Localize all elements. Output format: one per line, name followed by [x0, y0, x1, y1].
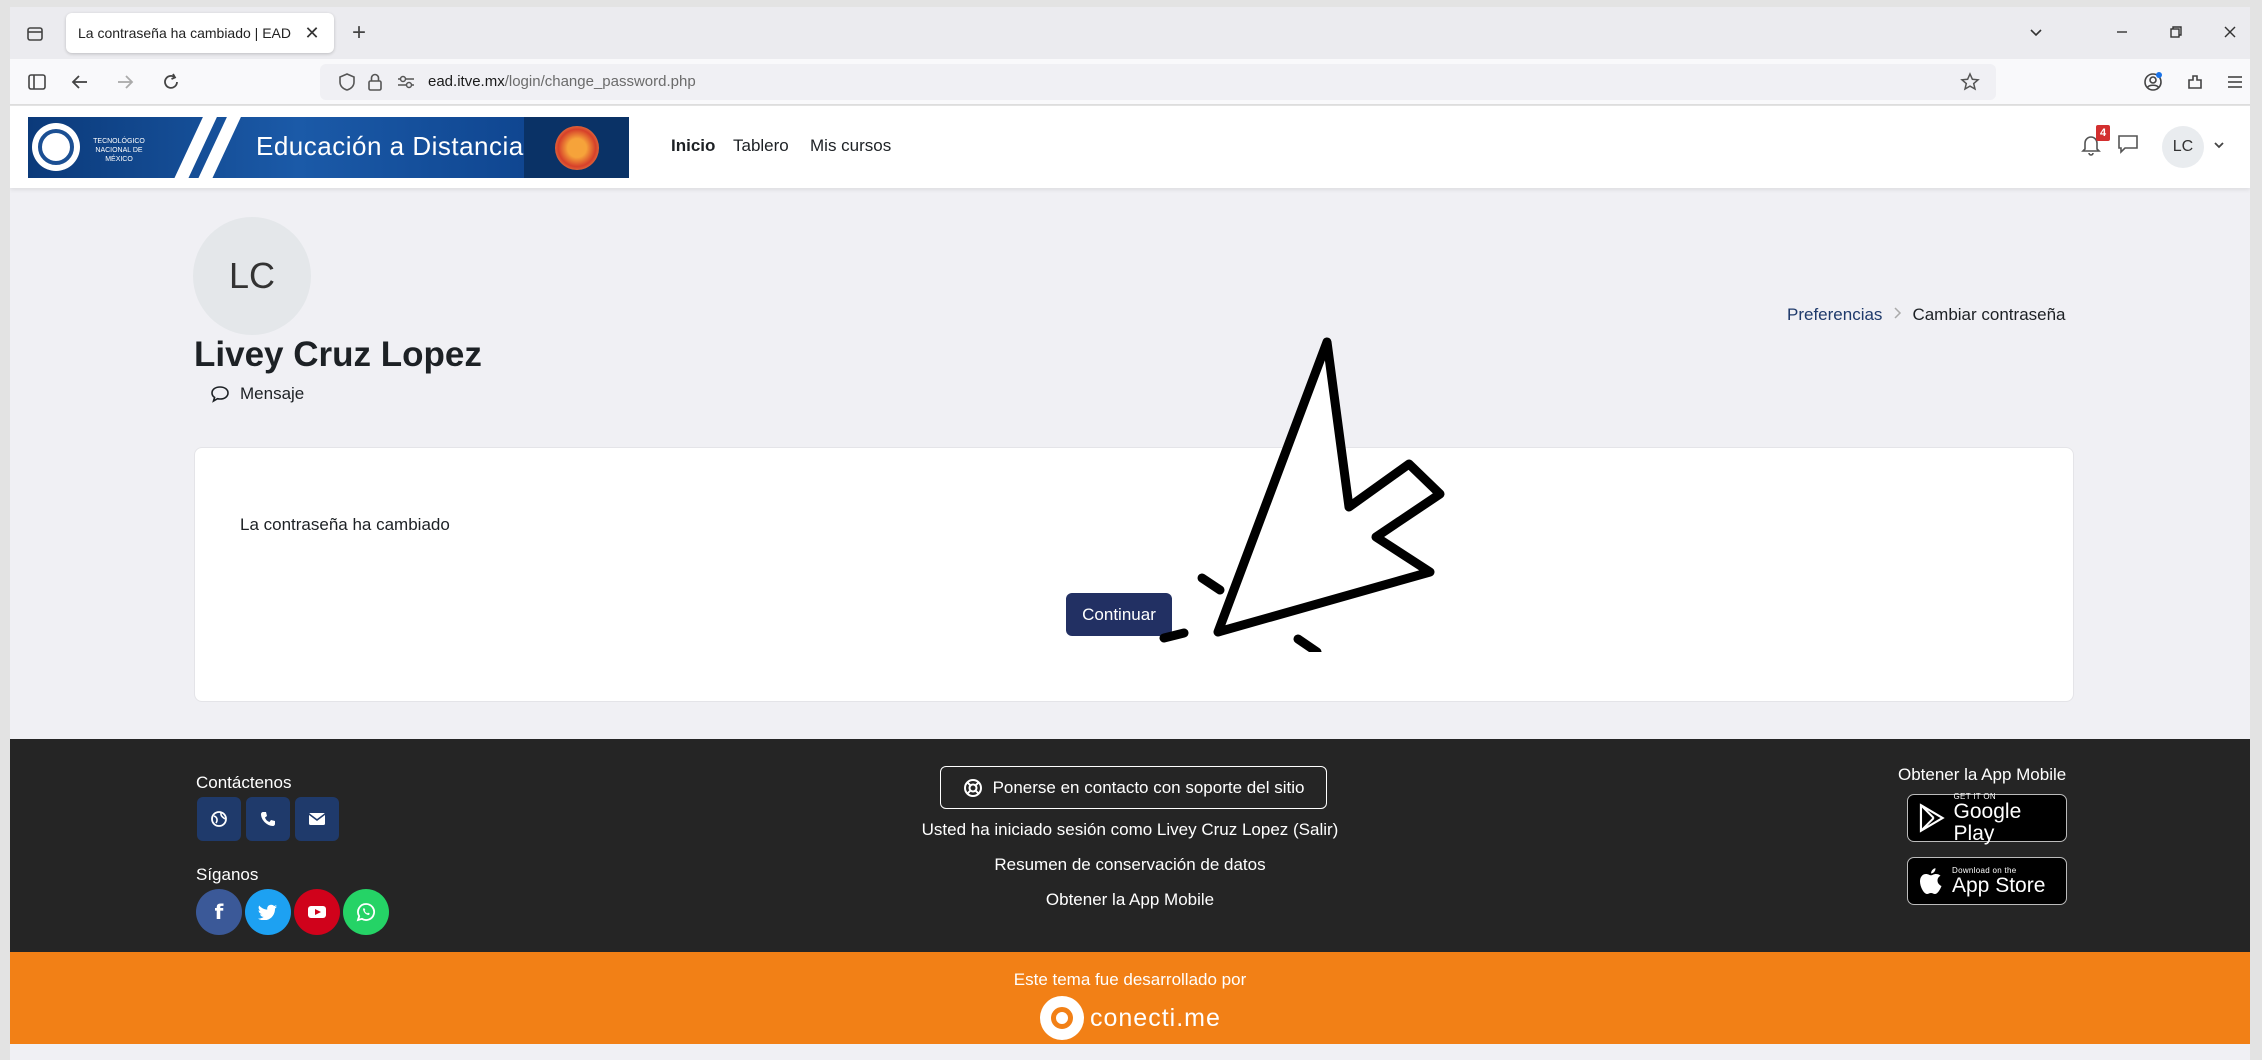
breadcrumb-separator-icon — [1892, 305, 1902, 325]
nav-inicio[interactable]: Inicio — [671, 136, 715, 156]
logged-in-text[interactable]: Usted ha iniciado sesión como Livey Cruz… — [630, 820, 1630, 840]
app-store-big-text: App Store — [1952, 873, 2046, 897]
notification-count-badge: 4 — [2096, 125, 2110, 141]
lock-icon[interactable] — [366, 72, 384, 97]
menu-icon[interactable] — [2220, 68, 2250, 96]
account-icon[interactable] — [2138, 68, 2168, 96]
forward-icon[interactable] — [110, 68, 140, 96]
password-changed-message: La contraseña ha cambiado — [240, 515, 450, 534]
website-globe-icon[interactable] — [197, 797, 241, 841]
logo-small-text: TECNOLÓGICO NACIONAL DE MÉXICO — [93, 138, 145, 163]
apple-icon — [1920, 868, 1942, 894]
conectime-logo[interactable]: conecti.me — [1040, 996, 1221, 1040]
google-play-big-text: Google Play — [1953, 799, 2022, 845]
messages-icon[interactable] — [2117, 134, 2139, 159]
app-store-badge[interactable]: Download on the App Store — [1907, 857, 2067, 905]
nav-mis-cursos[interactable]: Mis cursos — [810, 136, 891, 156]
lifebuoy-icon — [963, 778, 982, 797]
notice-card: La contraseña ha cambiado Continuar — [194, 447, 2074, 702]
extensions-icon[interactable] — [2180, 68, 2210, 96]
theme-credit-text: Este tema fue desarrollado por — [1013, 970, 1247, 989]
google-play-icon — [1919, 803, 1945, 833]
contact-heading: Contáctenos — [196, 773, 292, 792]
browser-tab-bar: La contraseña ha cambiado | EAD ✕ + — [10, 7, 2250, 59]
site-header: TECNOLÓGICO NACIONAL DE MÉXICO Educación… — [10, 106, 2250, 188]
permissions-icon[interactable] — [396, 73, 416, 96]
email-icon[interactable] — [295, 797, 339, 841]
support-label: Ponerse en contacto con soporte del siti… — [992, 777, 1305, 797]
url-domain: ead.itve.mx — [428, 73, 505, 90]
conectime-logo-icon — [1040, 996, 1084, 1040]
conectime-brand-name: conecti.me — [1090, 1003, 1221, 1032]
message-label: Mensaje — [240, 384, 305, 403]
app-heading: Obtener la App Mobile — [1898, 765, 2067, 784]
close-window-icon[interactable] — [2210, 19, 2250, 49]
tab-list-icon[interactable] — [20, 19, 50, 49]
google-play-badge[interactable]: GET IT ON Google Play — [1907, 792, 2067, 845]
breadcrumb: Preferencias Cambiar contraseña — [1787, 305, 2066, 325]
contact-support-button[interactable]: Ponerse en contacto con soporte del siti… — [940, 766, 1327, 809]
site-footer: Contáctenos Síganos f Ponerse en contact… — [10, 739, 2250, 952]
browser-nav-bar: ead.itve.mx/login/change_password.php — [10, 59, 2250, 105]
reload-icon[interactable] — [156, 68, 186, 96]
chat-bubble-icon — [211, 386, 229, 403]
data-retention-link[interactable]: Resumen de conservación de datos — [630, 855, 1630, 875]
profile-avatar: LC — [193, 217, 311, 335]
back-icon[interactable] — [65, 68, 95, 96]
minimize-icon[interactable] — [2102, 19, 2142, 49]
click-cursor-icon — [1159, 337, 1445, 652]
close-tab-icon[interactable]: ✕ — [302, 23, 322, 44]
youtube-icon[interactable] — [294, 889, 340, 935]
site-logo[interactable]: TECNOLÓGICO NACIONAL DE MÉXICO Educación… — [28, 117, 629, 178]
follow-heading: Síganos — [196, 865, 259, 884]
sidebar-toggle-icon[interactable] — [22, 68, 52, 96]
logo-title: Educación a Distancia — [256, 131, 524, 161]
institution-badge-icon — [524, 117, 629, 178]
whatsapp-icon[interactable] — [343, 889, 389, 935]
user-menu-chevron-icon[interactable] — [2212, 138, 2226, 157]
theme-credit-bar: Este tema fue desarrollado por conecti.m… — [10, 952, 2250, 1044]
bookmark-star-icon[interactable] — [1960, 72, 1980, 97]
shield-icon[interactable] — [338, 72, 356, 97]
twitter-icon[interactable] — [245, 889, 291, 935]
tab-title: La contraseña ha cambiado | EAD — [78, 25, 291, 41]
nav-tablero[interactable]: Tablero — [733, 136, 789, 156]
message-link[interactable]: Mensaje — [210, 384, 304, 404]
mobile-app-link[interactable]: Obtener la App Mobile — [630, 890, 1630, 910]
restore-icon[interactable] — [2156, 19, 2196, 49]
tab-overflow-chevron-icon[interactable] — [2016, 19, 2056, 49]
url-path: /login/change_password.php — [504, 73, 696, 90]
breadcrumb-current: Cambiar contraseña — [1912, 305, 2066, 324]
user-menu-avatar[interactable]: LC — [2162, 126, 2204, 168]
breadcrumb-preferencias[interactable]: Preferencias — [1787, 305, 1882, 325]
new-tab-button[interactable]: + — [344, 19, 374, 49]
phone-icon[interactable] — [246, 797, 290, 841]
page-content: TECNOLÓGICO NACIONAL DE MÉXICO Educación… — [10, 106, 2250, 1060]
address-bar[interactable]: ead.itve.mx/login/change_password.php — [320, 64, 1996, 100]
facebook-icon[interactable]: f — [196, 889, 242, 935]
profile-name: Livey Cruz Lopez — [194, 335, 482, 374]
tecnm-seal-icon — [32, 123, 80, 171]
browser-tab-active[interactable]: La contraseña ha cambiado | EAD ✕ — [66, 13, 334, 53]
url-text[interactable]: ead.itve.mx/login/change_password.php — [428, 73, 696, 90]
